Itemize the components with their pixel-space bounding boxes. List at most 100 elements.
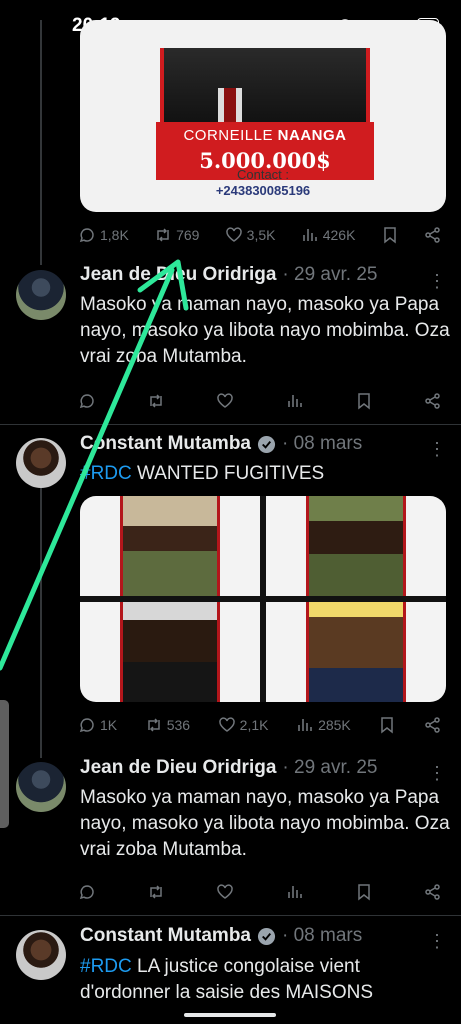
views-count: 285K [318,717,351,733]
reply-icon [79,394,94,409]
poster-name: CORNEILLE NAANGA [183,127,347,144]
tweet-text: Masoko ya maman nayo, masoko ya Papa nay… [80,294,450,367]
tweet-date[interactable]: · 08 mars [282,925,362,947]
tweet-text: #RDC WANTED FUGITIVES [80,463,325,484]
divider [0,915,461,916]
repost-icon [150,394,162,408]
reply-count: 1,8K [100,227,129,243]
views-count: 426K [322,227,356,243]
fugitive-photo [120,602,220,702]
avatar[interactable] [16,930,66,980]
reply-button[interactable] [78,392,96,410]
views-button[interactable] [286,883,304,901]
share-button[interactable] [424,716,442,734]
avatar[interactable] [16,438,66,488]
author-name[interactable]: Jean de Dieu Oridriga [80,264,276,286]
share-icon [425,393,440,409]
views-button[interactable]: 285K [296,716,351,734]
bookmark-icon [358,884,370,901]
media-image[interactable] [80,602,260,702]
bookmark-icon [381,717,394,734]
media-image[interactable] [266,602,446,702]
hashtag-link[interactable]: #RDC [80,956,132,977]
like-button[interactable] [216,883,234,901]
views-button[interactable]: 426K [301,226,356,244]
wanted-poster-image[interactable]: CORNEILLE NAANGA 5.000.000$ Contact : +2… [80,20,446,212]
tweet-header: Jean de Dieu Oridriga · 29 avr. 25 [80,757,377,779]
post-actions [78,390,442,412]
media-image[interactable] [80,496,260,596]
poster-contact-phone: +243830085196 [215,183,311,198]
share-icon [425,227,440,243]
reply-button[interactable]: 1,8K [78,226,129,244]
repost-icon [147,718,160,732]
tweet-header: Constant Mutamba · 08 mars [80,925,362,947]
reply-icon [79,885,94,900]
thread-line [40,488,42,758]
more-options-icon[interactable]: ⋮ [428,932,446,950]
like-button[interactable]: 3,5K [225,226,276,244]
like-count: 3,5K [246,227,276,243]
like-button[interactable]: 2,1K [218,716,269,734]
repost-icon [150,885,162,899]
like-count: 2,1K [239,717,269,733]
bookmark-icon [383,227,396,244]
home-indicator[interactable] [184,1013,276,1017]
poster-photo [160,48,370,122]
more-options-icon[interactable]: ⋮ [428,272,446,290]
bookmark-button[interactable] [355,392,373,410]
post-actions [78,881,442,903]
author-name[interactable]: Constant Mutamba [80,433,251,455]
post-actions: 1K 536 2,1K 285K [78,714,442,736]
thread-line [40,20,42,265]
bookmark-button[interactable] [355,883,373,901]
tweet-date[interactable]: · 29 avr. 25 [282,757,377,779]
verified-badge-icon [257,927,276,945]
views-icon [287,395,302,407]
poster-contact-label: Contact : [236,167,290,182]
avatar[interactable] [16,270,66,320]
share-button[interactable] [424,226,442,244]
heart-icon [218,717,235,732]
share-button[interactable] [424,392,442,410]
tweet-text: Masoko ya maman nayo, masoko ya Papa nay… [80,787,450,860]
heart-icon [217,393,234,408]
media-image[interactable] [266,496,446,596]
bookmark-button[interactable] [378,716,396,734]
bookmark-button[interactable] [381,226,399,244]
repost-button[interactable] [147,883,165,901]
share-icon [425,717,440,733]
fugitive-photo [306,602,406,702]
tweet-date[interactable]: · 08 mars [282,433,362,455]
repost-count: 769 [176,227,200,243]
divider [0,424,461,425]
repost-button[interactable]: 769 [154,226,199,244]
views-icon [287,886,302,898]
repost-button[interactable] [147,392,165,410]
tweet-date[interactable]: · 29 avr. 25 [282,264,377,286]
tweet-header: Jean de Dieu Oridriga · 29 avr. 25 [80,264,377,286]
views-button[interactable] [286,392,304,410]
poster-tie [218,88,242,122]
tweet-header: Constant Mutamba · 08 mars [80,433,362,455]
views-icon [302,229,317,241]
bookmark-icon [358,393,370,410]
reply-icon [79,718,94,733]
heart-icon [225,227,242,242]
tweet-text: #RDC LA justice congolaise vient d'ordon… [80,956,373,1003]
edge-panel-handle[interactable] [0,700,9,828]
hashtag-link[interactable]: #RDC [80,463,132,484]
author-name[interactable]: Jean de Dieu Oridriga [80,757,276,779]
author-name[interactable]: Constant Mutamba [80,925,251,947]
more-options-icon[interactable]: ⋮ [428,764,446,782]
repost-button[interactable]: 536 [145,716,190,734]
avatar[interactable] [16,762,66,812]
verified-badge-icon [257,435,276,453]
share-button[interactable] [424,883,442,901]
share-icon [425,884,440,900]
more-options-icon[interactable]: ⋮ [428,440,446,458]
reply-button[interactable]: 1K [78,716,117,734]
fugitive-photo [306,496,406,596]
reply-button[interactable] [78,883,96,901]
like-button[interactable] [216,392,234,410]
